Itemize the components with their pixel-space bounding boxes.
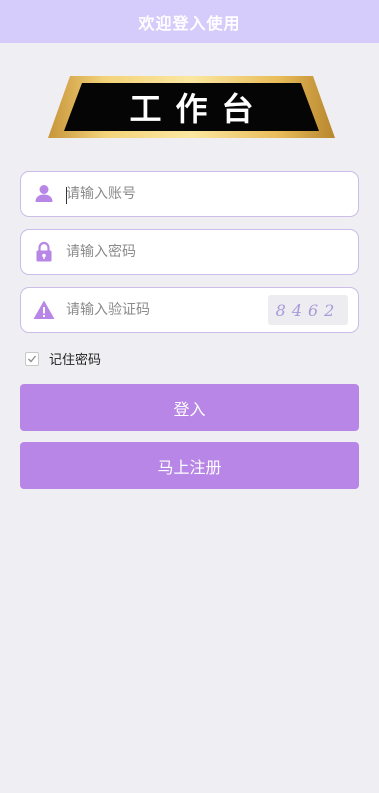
app-header: 欢迎登入使用 [0, 0, 379, 43]
remember-checkbox[interactable] [25, 351, 39, 366]
register-button[interactable]: 马上注册 [20, 442, 359, 489]
warning-icon [33, 299, 55, 321]
page-title: 欢迎登入使用 [138, 13, 241, 33]
captcha-input[interactable] [66, 288, 266, 332]
captcha-image[interactable]: 8462 [268, 295, 348, 325]
password-input[interactable] [66, 230, 266, 274]
user-icon [33, 183, 55, 205]
remember-password[interactable]: 记住密码 [25, 349, 101, 368]
password-field[interactable] [20, 229, 359, 275]
workbench-logo: 工作台 [48, 76, 335, 138]
checkmark-icon [28, 355, 37, 362]
login-button[interactable]: 登入 [20, 384, 359, 431]
captcha-field[interactable]: 8462 [20, 287, 359, 333]
remember-label: 记住密码 [49, 353, 102, 368]
text-caret [66, 187, 67, 204]
logo-text: 工作台 [129, 90, 268, 128]
lock-icon [33, 241, 55, 263]
account-input[interactable] [66, 172, 266, 216]
account-field[interactable] [20, 171, 359, 217]
